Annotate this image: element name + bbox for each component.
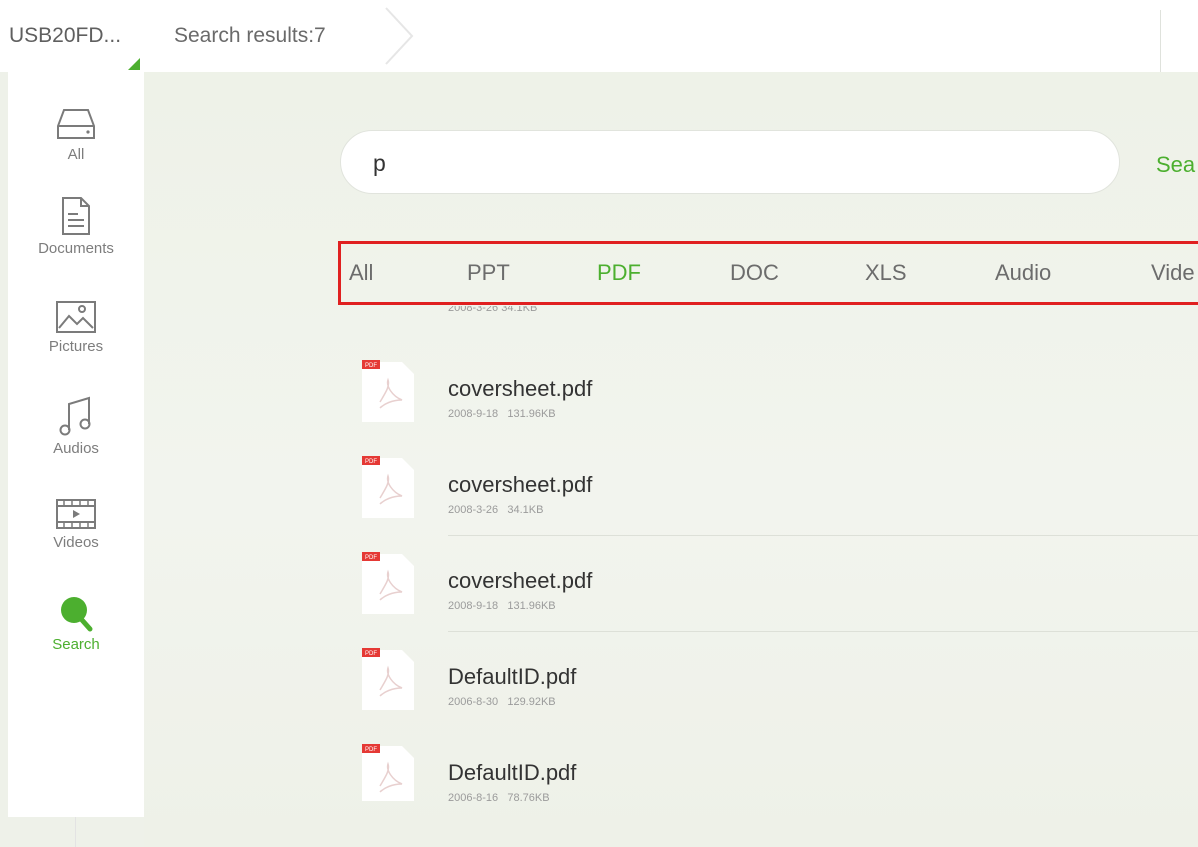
- music-note-icon: [59, 396, 91, 436]
- breadcrumb-search-results: Search results:7: [174, 24, 326, 47]
- breadcrumb-bar: USB20FD... Search results:7: [0, 0, 1198, 72]
- breadcrumb-device[interactable]: USB20FD...: [9, 24, 121, 48]
- sidebar-item-audios[interactable]: Audios: [8, 396, 144, 457]
- pdf-file-icon: PDF: [362, 360, 414, 422]
- sidebar-item-videos[interactable]: Videos: [8, 498, 144, 551]
- file-name: DefaultID.pdf: [448, 664, 577, 689]
- file-meta: 2008-9-18 131.96KB: [448, 408, 556, 420]
- list-item[interactable]: PDF coversheet.pdf 2008-9-18 131.96KB: [340, 538, 1198, 635]
- sidebar-item-all[interactable]: All: [8, 106, 144, 163]
- file-name: coversheet.pdf: [448, 568, 593, 593]
- search-button[interactable]: Sea: [1156, 152, 1195, 178]
- tab-pdf[interactable]: PDF: [597, 260, 641, 286]
- file-type-filter-bar: All PPT PDF DOC XLS Audio Vide: [338, 241, 1198, 305]
- file-meta: 2006-8-30 129.92KB: [448, 696, 556, 708]
- sidebar-item-pictures[interactable]: Pictures: [8, 300, 144, 355]
- file-size: 34.1KB: [507, 504, 544, 516]
- picture-icon: [56, 301, 96, 333]
- sidebar-item-label: All: [67, 146, 85, 163]
- divider: [75, 817, 76, 847]
- row-divider: [448, 631, 1198, 632]
- tab-doc[interactable]: DOC: [730, 260, 779, 286]
- file-size: 131.96KB: [507, 408, 556, 420]
- document-icon: [62, 197, 90, 235]
- video-icon: [56, 499, 96, 529]
- sidebar-item-documents[interactable]: Documents: [8, 196, 144, 257]
- pdf-file-icon: PDF: [362, 648, 414, 710]
- file-name: coversheet.pdf: [448, 472, 593, 497]
- tab-ppt[interactable]: PPT: [467, 260, 510, 286]
- file-meta: 2008-9-18 131.96KB: [448, 600, 556, 612]
- tab-audio[interactable]: Audio: [995, 260, 1051, 286]
- tab-video[interactable]: Vide: [1151, 260, 1195, 286]
- list-item[interactable]: PDF coversheet.pdf 2008-9-18 131.96KB: [340, 346, 1198, 443]
- sidebar-item-label: Pictures: [48, 338, 104, 355]
- svg-text:PDF: PDF: [365, 363, 377, 369]
- pdf-file-icon: PDF: [362, 744, 414, 801]
- file-date: 2008-9-18: [448, 600, 499, 612]
- file-size: 78.76KB: [507, 792, 550, 801]
- search-box: [340, 130, 1120, 194]
- device-selector-indicator[interactable]: [128, 58, 140, 70]
- main-content: Sea All PPT PDF DOC XLS Audio Vide 2008-…: [144, 72, 1198, 847]
- list-item[interactable]: PDF DefaultID.pdf 2006-8-16 78.76KB: [340, 730, 1198, 801]
- file-name: DefaultID.pdf: [448, 760, 577, 785]
- file-name: coversheet.pdf: [448, 376, 593, 401]
- file-list[interactable]: 2008-3-26 34.1KB PDF coversheet.pdf 2008…: [340, 306, 1198, 801]
- sidebar-item-label: Audios: [53, 440, 99, 457]
- svg-text:PDF: PDF: [365, 555, 377, 561]
- file-meta: 2006-8-16 78.76KB: [448, 792, 550, 801]
- tab-xls[interactable]: XLS: [865, 260, 907, 286]
- search-input[interactable]: [371, 145, 1095, 181]
- file-date: 2006-8-30: [448, 696, 499, 708]
- sidebar-item-label: Search: [52, 636, 100, 653]
- list-item[interactable]: PDF DefaultID.pdf 2006-8-30 129.92KB: [340, 634, 1198, 731]
- breadcrumb-chevron-icon: [385, 7, 414, 65]
- file-size: 129.92KB: [507, 696, 556, 708]
- svg-text:PDF: PDF: [365, 747, 377, 753]
- file-meta: 2008-3-26 34.1KB: [448, 306, 538, 314]
- list-item[interactable]: PDF coversheet.pdf 2008-3-26 34.1KB: [340, 442, 1198, 539]
- file-meta: 2008-3-26 34.1KB: [448, 504, 543, 516]
- file-date: 2006-8-16: [448, 792, 499, 801]
- drive-icon: [57, 109, 95, 139]
- file-date: 2008-9-18: [448, 408, 499, 420]
- search-icon: [61, 597, 93, 632]
- top-divider: [1160, 10, 1161, 72]
- sidebar-item-label: Videos: [53, 534, 99, 551]
- svg-text:PDF: PDF: [365, 651, 377, 657]
- row-divider: [448, 535, 1198, 536]
- tab-all[interactable]: All: [349, 260, 373, 286]
- sidebar-item-search[interactable]: Search: [8, 594, 144, 653]
- sidebar: All Documents Pictures Audios Videos Sea…: [8, 72, 144, 817]
- file-size: 131.96KB: [507, 600, 556, 612]
- pdf-file-icon: PDF: [362, 552, 414, 614]
- svg-text:PDF: PDF: [365, 459, 377, 465]
- sidebar-item-label: Documents: [38, 240, 114, 257]
- file-date: 2008-3-26: [448, 504, 499, 516]
- pdf-file-icon: PDF: [362, 456, 414, 518]
